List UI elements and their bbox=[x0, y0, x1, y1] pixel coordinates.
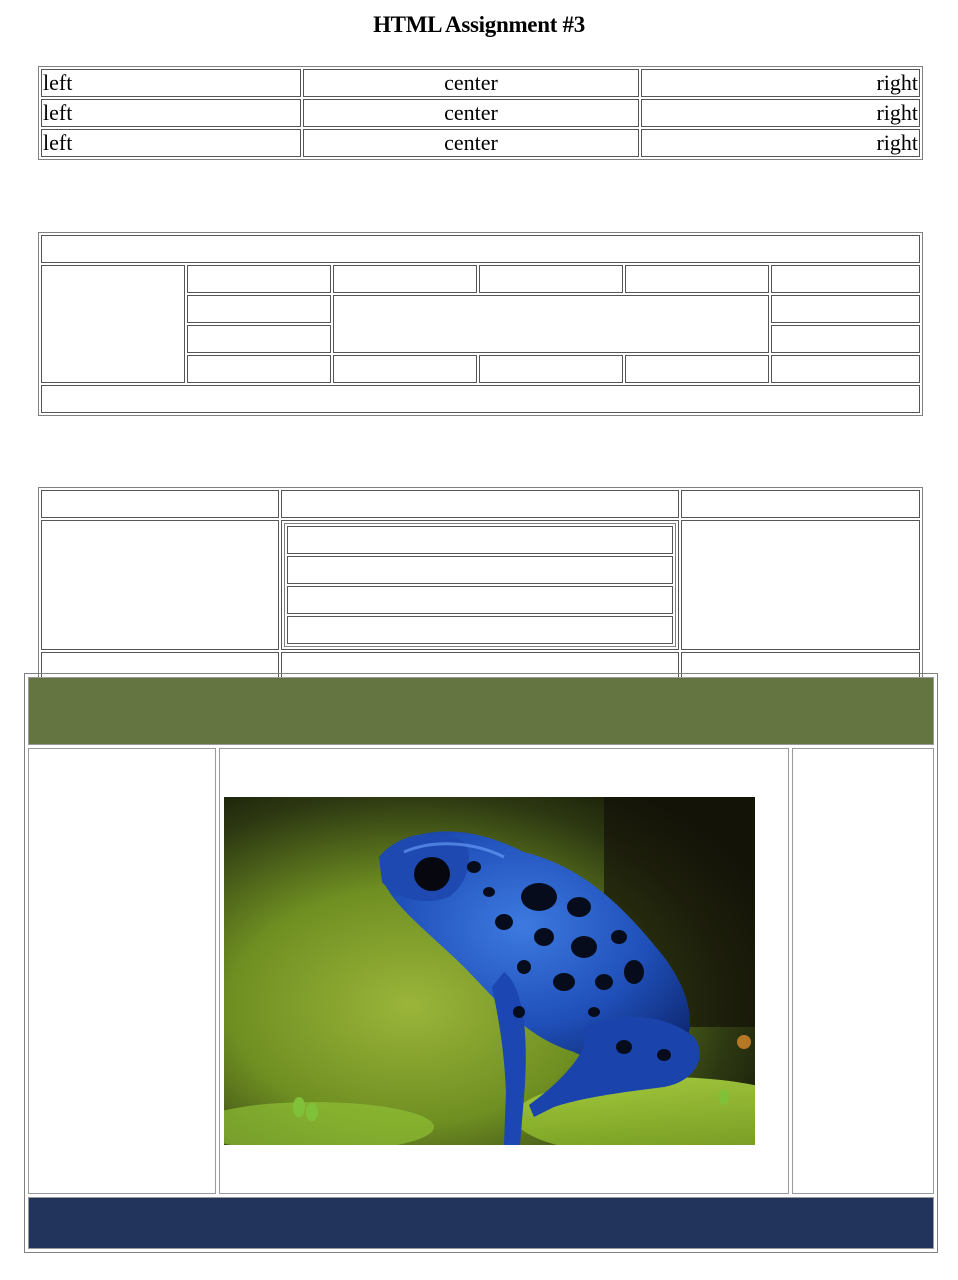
frog-eye bbox=[414, 857, 450, 891]
table-row bbox=[287, 586, 673, 614]
layout-footer bbox=[28, 1197, 934, 1249]
inner-table-cell bbox=[281, 520, 679, 650]
grid-cell bbox=[771, 265, 920, 293]
cell-left: left bbox=[41, 129, 301, 157]
span-table bbox=[38, 232, 923, 416]
cell-left: left bbox=[41, 99, 301, 127]
table-row bbox=[287, 616, 673, 644]
nested-table bbox=[38, 487, 923, 683]
inner-cell bbox=[287, 616, 673, 644]
table-row bbox=[28, 1197, 934, 1249]
table-row: left center right bbox=[41, 69, 920, 97]
page-title: HTML Assignment #3 bbox=[373, 12, 585, 37]
table-row bbox=[41, 385, 920, 413]
grid-cell bbox=[479, 265, 623, 293]
inner-cell bbox=[287, 556, 673, 584]
table-row bbox=[41, 235, 920, 263]
grid-cell bbox=[681, 490, 920, 518]
table-row bbox=[41, 265, 920, 383]
right-sidebar bbox=[792, 748, 934, 1194]
table-row bbox=[287, 526, 673, 554]
inner-cell bbox=[287, 526, 673, 554]
cell-right: right bbox=[641, 69, 920, 97]
center-span-cell bbox=[333, 295, 769, 353]
cell-center: center bbox=[303, 69, 639, 97]
inner-table bbox=[284, 523, 676, 647]
table-row bbox=[28, 677, 934, 745]
table-row bbox=[287, 556, 673, 584]
cell-center: center bbox=[303, 99, 639, 127]
cell-right: right bbox=[641, 129, 920, 157]
table-row bbox=[41, 490, 920, 518]
grid-cell bbox=[187, 295, 331, 323]
grid-cell bbox=[479, 355, 623, 383]
grid-cell bbox=[771, 295, 920, 323]
grid-cell bbox=[41, 520, 279, 650]
alignment-table: left center right left center right left… bbox=[38, 66, 923, 160]
grid-cell bbox=[771, 355, 920, 383]
cell-right: right bbox=[641, 99, 920, 127]
layout-header bbox=[28, 677, 934, 745]
bottom-span-cell bbox=[41, 385, 920, 413]
grid-cell bbox=[187, 355, 331, 383]
grid-cell bbox=[333, 265, 477, 293]
grid-cell bbox=[187, 265, 331, 293]
cell-center: center bbox=[303, 129, 639, 157]
table-row: left center right bbox=[41, 129, 920, 157]
grid-cell bbox=[771, 325, 920, 353]
orange-blur bbox=[737, 1035, 751, 1049]
left-rowspan-cell bbox=[41, 265, 185, 383]
grid-cell bbox=[333, 355, 477, 383]
grid-cell bbox=[187, 325, 331, 353]
frog-image bbox=[224, 797, 755, 1145]
inner-cell bbox=[287, 586, 673, 614]
grid-cell bbox=[681, 520, 920, 650]
grid-cell bbox=[625, 355, 769, 383]
grid-cell bbox=[41, 490, 279, 518]
table-row: left center right bbox=[41, 99, 920, 127]
cell-left: left bbox=[41, 69, 301, 97]
table-row bbox=[41, 520, 920, 650]
grid-cell bbox=[281, 490, 679, 518]
top-span-cell bbox=[41, 235, 920, 263]
grid-cell bbox=[625, 265, 769, 293]
left-sidebar bbox=[28, 748, 216, 1194]
